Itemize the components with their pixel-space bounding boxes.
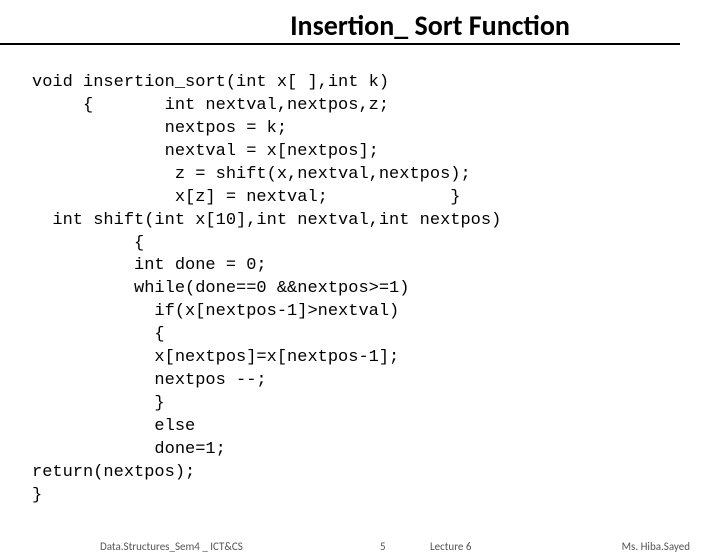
code-line: { int nextval,nextpos,z; [32, 96, 389, 115]
code-line: while(done==0 &&nextpos>=1) [32, 279, 409, 298]
footer-lecture: Lecture 6 [430, 540, 471, 553]
code-line: { [32, 234, 144, 253]
code-line: void insertion_sort(int x[ ],int k) [32, 73, 389, 92]
footer-author: Ms. Hiba.Sayed [622, 540, 690, 553]
code-line: int shift(int x[10],int nextval,int next… [32, 211, 501, 230]
footer-page-number: 5 [380, 540, 386, 553]
code-line: int done = 0; [32, 256, 267, 275]
code-line: x[z] = nextval; } [32, 188, 460, 207]
code-line: nextpos --; [32, 371, 267, 390]
code-line: } [32, 486, 42, 505]
code-line: x[nextpos]=x[nextpos-1]; [32, 348, 399, 367]
code-line: { [32, 325, 165, 344]
code-line: if(x[nextpos-1]>nextval) [32, 302, 399, 321]
slide-title: Insertion_ Sort Function [0, 8, 680, 45]
code-block: void insertion_sort(int x[ ],int k) { in… [0, 49, 720, 508]
footer-course: Data.Structures_Sem4 _ ICT&CS [100, 540, 243, 553]
code-line: return(nextpos); [32, 463, 195, 482]
code-line: else [32, 417, 195, 436]
code-line: } [32, 394, 165, 413]
code-line: nextpos = k; [32, 119, 287, 138]
code-line: done=1; [32, 440, 226, 459]
code-line: z = shift(x,nextval,nextpos); [32, 165, 471, 184]
code-line: nextval = x[nextpos]; [32, 142, 379, 161]
